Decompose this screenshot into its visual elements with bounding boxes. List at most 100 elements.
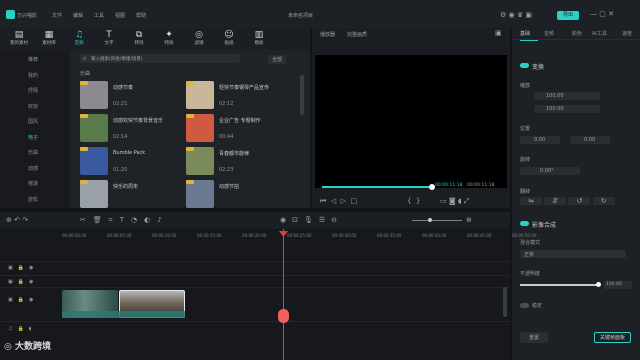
track-eye-icon[interactable]: ◉	[29, 265, 38, 271]
undo-icon[interactable]: ↶	[14, 216, 20, 224]
position-x-field[interactable]: 0.00	[520, 136, 560, 144]
track-volume-icon[interactable]: ◖	[29, 326, 37, 332]
track-eye-icon[interactable]: ◉	[29, 279, 38, 285]
snap-icon[interactable]: ⊡	[292, 216, 304, 224]
step-back-icon[interactable]: ◁	[331, 197, 336, 205]
maximize-icon[interactable]: ▢	[599, 10, 606, 18]
tool-text[interactable]: T 文字	[98, 30, 120, 47]
mark-in-icon[interactable]: {	[407, 197, 411, 205]
compositing-toggle[interactable]	[520, 221, 529, 226]
audio-tool-icon[interactable]: ♪	[157, 216, 168, 224]
category-item[interactable]: 电子	[28, 134, 38, 141]
split-icon[interactable]: ✂	[80, 216, 93, 224]
track-lock-icon[interactable]: 🔒	[18, 297, 29, 303]
tool-sticker[interactable]: ☺ 贴纸	[218, 30, 240, 47]
transform-toggle[interactable]	[520, 63, 529, 68]
close-icon[interactable]: ✕	[608, 10, 614, 18]
tool-transition[interactable]: ⧉ 转场	[128, 30, 150, 47]
play-icon[interactable]: ▷	[341, 197, 346, 205]
category-item[interactable]: 摇滚	[28, 180, 38, 187]
volume-icon[interactable]: ◖	[458, 197, 462, 205]
speed-icon[interactable]: ◔	[131, 216, 144, 224]
media-card[interactable]: Bumble Pack 01:20	[80, 147, 192, 181]
mark-out-icon[interactable]: }	[416, 197, 420, 205]
timeline-scrollbar[interactable]	[503, 287, 507, 317]
search-input[interactable]: ⌕ 输入搜索(风格/情绪/场景)	[80, 54, 240, 63]
layout-icon[interactable]: ▣	[525, 11, 532, 19]
menu-edit[interactable]: 编辑	[73, 13, 83, 19]
zoom-in-icon[interactable]: ⊕	[466, 216, 472, 224]
scale-y-field[interactable]: 100.00	[534, 105, 600, 113]
tab-speed[interactable]: 速度	[622, 30, 632, 37]
delete-icon[interactable]: 🗑	[93, 216, 109, 224]
snapshot-icon[interactable]: ▣	[495, 29, 502, 37]
user-icon[interactable]: ◉	[509, 11, 515, 19]
mic-icon[interactable]: 🎙	[304, 216, 319, 224]
settings-icon[interactable]: ⚙	[500, 11, 506, 19]
redo-icon[interactable]: ↷	[22, 216, 28, 224]
rotate-left-icon[interactable]: ↺	[568, 197, 591, 205]
minimize-icon[interactable]: —	[590, 10, 597, 18]
export-button[interactable]: 导出	[557, 11, 579, 20]
menu-view[interactable]: 视图	[115, 13, 125, 19]
reset-button[interactable]: 重置	[520, 332, 549, 343]
filter-dropdown[interactable]: 全部	[268, 55, 287, 64]
tab-color[interactable]: 颜色	[572, 30, 582, 37]
tool-folder[interactable]: ▤ 我的素材	[8, 30, 30, 47]
scale-x-field[interactable]: 100.00	[534, 92, 600, 100]
menu-tools[interactable]: 工具	[94, 13, 104, 19]
track-lock-icon[interactable]: 🔒	[17, 326, 28, 332]
tab-ai-tools[interactable]: AI工具	[592, 30, 607, 37]
position-y-field[interactable]: 0.00	[570, 136, 610, 144]
tool-filter[interactable]: ◎ 滤镜	[188, 30, 210, 47]
crop-icon[interactable]: ⌗	[109, 216, 120, 224]
marker-icon[interactable]: ◉	[280, 216, 292, 224]
tool-template[interactable]: ▥ 模板	[248, 30, 270, 47]
category-item[interactable]: 我的	[28, 72, 38, 79]
stabilize-toggle[interactable]	[520, 303, 529, 308]
monitor-icon[interactable]: ▭	[440, 197, 447, 205]
stop-icon[interactable]: □	[350, 197, 357, 205]
category-item[interactable]: 放松	[28, 196, 38, 203]
camera-icon[interactable]: ◙	[449, 197, 456, 205]
media-card[interactable]: 动感节奏 02:21	[80, 81, 192, 115]
media-card[interactable]: 青春都市旋律 02:23	[186, 147, 298, 181]
color-icon[interactable]: ◐	[144, 216, 157, 224]
rotate-right-icon[interactable]: ↻	[592, 197, 615, 205]
keyframe-button[interactable]: 关键帧面板	[594, 332, 632, 343]
media-card[interactable]: 企业广告 专题制作 00:44	[186, 114, 298, 148]
media-card[interactable]: 快乐的周末	[80, 180, 192, 214]
track-lock-icon[interactable]: 🔒	[18, 279, 29, 285]
text-tool-icon[interactable]: T	[120, 216, 131, 224]
blend-mode-select[interactable]: 正常	[520, 250, 626, 258]
opacity-field[interactable]: 100.00	[604, 281, 632, 289]
rotate-field[interactable]: 0.00°	[520, 167, 580, 175]
category-item[interactable]: 欢快	[28, 103, 38, 110]
tool-music[interactable]: ♫ 音频	[68, 30, 90, 47]
category-item[interactable]: 推荐	[28, 56, 38, 63]
track-eye-icon[interactable]: ◉	[29, 297, 38, 303]
time-ruler[interactable]: 00:00:00:00 00:00:05:00 00:00:10:00 00:00:1…	[0, 229, 536, 239]
flip-horizontal-icon[interactable]: ⇋	[520, 197, 542, 205]
tool-library[interactable]: ▦ 素材库	[38, 30, 60, 47]
zoom-handle[interactable]	[428, 218, 432, 222]
quality-dropdown[interactable]: 完整画质	[347, 31, 367, 38]
prev-frame-icon[interactable]: ⏮	[320, 197, 326, 205]
playhead-handle[interactable]	[278, 309, 289, 323]
media-card[interactable]: 轻快节奏钢琴产品宣传 02:12	[186, 81, 298, 115]
tab-basic[interactable]: 基础	[520, 30, 530, 37]
flip-vertical-icon[interactable]: ⇵	[544, 197, 567, 205]
playhead[interactable]	[283, 229, 284, 360]
track-lock-icon[interactable]: 🔒	[18, 265, 29, 271]
menu-help[interactable]: 帮助	[136, 13, 146, 19]
media-card[interactable]: 动感节拍	[186, 180, 298, 214]
track-manager-icon[interactable]: ⊕	[6, 216, 12, 224]
layers-icon[interactable]: ☰	[319, 216, 331, 224]
zoom-slider[interactable]	[412, 220, 462, 221]
fullscreen-icon[interactable]: ⤢	[464, 197, 470, 205]
category-item[interactable]: 乐曲	[28, 149, 38, 156]
tool-effects[interactable]: ✦ 特效	[158, 30, 180, 47]
zoom-out-icon[interactable]: ⊖	[331, 216, 343, 224]
opacity-handle[interactable]	[596, 282, 601, 287]
media-scrollbar[interactable]	[300, 75, 304, 115]
